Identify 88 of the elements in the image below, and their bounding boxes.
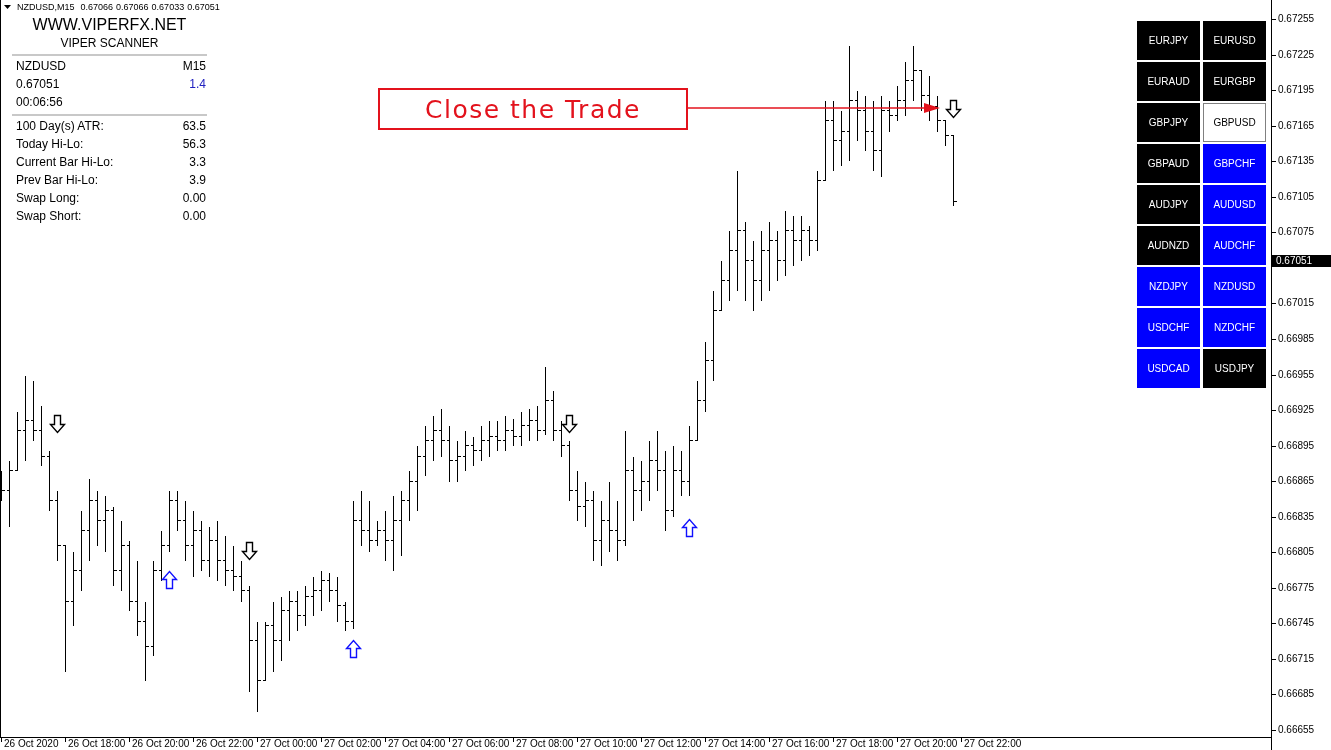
up-arrow-icon	[680, 518, 699, 538]
time-axis-label: 27 Oct 18:00	[833, 738, 897, 750]
down-arrow-icon	[560, 414, 579, 434]
time-axis-label: 27 Oct 02:00	[321, 738, 385, 750]
pair-button[interactable]: GBPJPY	[1137, 103, 1200, 142]
up-arrow-icon	[160, 570, 179, 590]
stat-value: 0.00	[182, 190, 206, 207]
price-axis-label: 0.66955	[1272, 369, 1315, 381]
price-axis-label: 0.67255	[1272, 13, 1315, 25]
time-axis-label: 26 Oct 20:00	[129, 738, 193, 750]
pair-button[interactable]: NZDCHF	[1203, 308, 1266, 347]
ohlc-price: 0.67066	[80, 1, 114, 13]
symbol-label: NZDUSD	[16, 58, 66, 75]
ohlc-price: 0.67066	[116, 1, 149, 13]
time-axis-label: 27 Oct 12:00	[641, 738, 705, 750]
price-axis-label: 0.67105	[1272, 191, 1315, 203]
time-axis-label: 27 Oct 14:00	[705, 738, 769, 750]
stat-label: Swap Long:	[16, 190, 80, 207]
time-axis-label: 27 Oct 10:00	[577, 738, 641, 750]
pair-button[interactable]: EURJPY	[1137, 21, 1200, 60]
price-axis-label: 0.66685	[1272, 688, 1315, 700]
pair-button[interactable]: AUDUSD	[1203, 185, 1266, 224]
time-axis-label: 27 Oct 04:00	[385, 738, 449, 750]
pair-button[interactable]: USDJPY	[1203, 349, 1266, 388]
stat-label: 100 Day(s) ATR:	[16, 118, 104, 135]
price-axis-label: 0.66805	[1272, 546, 1315, 558]
down-arrow-icon	[48, 414, 67, 434]
stat-value: 56.3	[182, 136, 206, 153]
countdown-timer: 00:06:56	[16, 94, 63, 111]
chart-symbol: NZDUSD,M15	[17, 1, 75, 13]
callout-label: Close the Trade	[378, 88, 688, 130]
price-axis-label: 0.66985	[1272, 333, 1315, 345]
pair-button[interactable]: EURUSD	[1203, 21, 1266, 60]
time-axis-label: 26 Oct 18:00	[65, 738, 129, 750]
pair-button[interactable]: AUDJPY	[1137, 185, 1200, 224]
down-arrow-icon	[944, 99, 963, 119]
price-axis-label: 0.66925	[1272, 404, 1315, 416]
ohlc-price: 0.67033	[151, 1, 185, 13]
stat-label: Prev Bar Hi-Lo:	[16, 172, 99, 189]
time-axis-label: 27 Oct 08:00	[513, 738, 577, 750]
price-axis-label: 0.67195	[1272, 84, 1315, 96]
down-arrow-icon	[240, 541, 259, 561]
pair-button[interactable]: NZDJPY	[1137, 267, 1200, 306]
up-arrow-icon	[344, 639, 363, 659]
pair-button[interactable]: AUDNZD	[1137, 226, 1200, 265]
price-axis-label: 0.66775	[1272, 582, 1315, 594]
stat-value: 3.3	[189, 154, 206, 171]
scanner-title: VIPER SCANNER	[59, 35, 160, 51]
spread-value: 1.4	[189, 76, 206, 93]
stat-value: 0.00	[182, 208, 206, 225]
pair-button[interactable]: AUDCHF	[1203, 226, 1266, 265]
price-axis-label: 0.67165	[1272, 120, 1315, 132]
price-axis-label: 0.66715	[1272, 653, 1315, 665]
price-axis-label: 0.66895	[1272, 440, 1315, 452]
timeframe-label: M15	[182, 58, 206, 75]
time-axis-label: 27 Oct 00:00	[257, 738, 321, 750]
pair-button[interactable]: EURAUD	[1137, 62, 1200, 101]
price-axis-label: 0.66835	[1272, 511, 1315, 523]
stat-label: Today Hi-Lo:	[16, 136, 84, 153]
price-axis-label: 0.67015	[1272, 297, 1315, 309]
stat-value: 63.5	[182, 118, 206, 135]
pair-button[interactable]: USDCHF	[1137, 308, 1200, 347]
stat-label: Current Bar Hi-Lo:	[16, 154, 114, 171]
price-axis-label: 0.66655	[1272, 724, 1315, 736]
time-axis-label: 27 Oct 20:00	[897, 738, 961, 750]
pair-button[interactable]: USDCAD	[1137, 349, 1200, 388]
price-value: 0.67051	[16, 76, 60, 93]
pair-button[interactable]: GBPUSD	[1203, 103, 1266, 142]
pair-button[interactable]: NZDUSD	[1203, 267, 1266, 306]
stat-label: Swap Short:	[16, 208, 82, 225]
ohlc-price: 0.67051	[187, 1, 220, 13]
time-axis-label: 27 Oct 16:00	[769, 738, 833, 750]
site-address: WWW.VIPERFX.NET	[31, 15, 188, 35]
price-axis-label: 0.67225	[1272, 49, 1315, 61]
pair-button[interactable]: EURGBP	[1203, 62, 1266, 101]
time-axis-label: 27 Oct 22:00	[961, 738, 1025, 750]
time-axis-label: 27 Oct 06:00	[449, 738, 513, 750]
time-axis-label: 26 Oct 2020	[1, 738, 65, 750]
price-axis-label: 0.67075	[1272, 226, 1315, 238]
pair-button[interactable]: GBPAUD	[1137, 144, 1200, 183]
stat-value: 3.9	[189, 172, 206, 189]
price-axis-label: 0.66745	[1272, 617, 1315, 629]
current-price-label: 0.67051	[1272, 255, 1331, 267]
time-axis-label: 26 Oct 22:00	[193, 738, 257, 750]
price-axis-label: 0.66865	[1272, 475, 1315, 487]
pair-button[interactable]: GBPCHF	[1203, 144, 1266, 183]
price-axis-label: 0.67135	[1272, 155, 1315, 167]
caret-icon[interactable]	[4, 5, 11, 9]
